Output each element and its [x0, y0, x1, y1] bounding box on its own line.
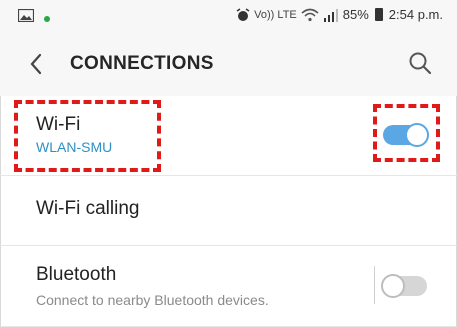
- status-time: 2:54 p.m.: [388, 7, 443, 22]
- status-bar: Vo)) LTE 85% 2:54 p.m.: [0, 0, 457, 32]
- bluetooth-title: Bluetooth: [36, 264, 117, 285]
- chevron-left-icon[interactable]: [26, 50, 46, 78]
- notification-dot-icon: [44, 15, 50, 22]
- alarm-icon: [236, 7, 250, 21]
- setting-row-wifi-calling[interactable]: Wi-Fi calling: [0, 176, 457, 246]
- wifi-calling-title: Wi-Fi calling: [36, 198, 140, 219]
- bluetooth-toggle[interactable]: [381, 274, 427, 298]
- wifi-icon: [301, 8, 319, 21]
- wifi-highlight-box: [14, 100, 161, 172]
- toggle-knob: [381, 274, 405, 298]
- signal-icon: [323, 8, 338, 22]
- volte-icon: Vo)) LTE: [254, 8, 297, 21]
- battery-percentage: 85%: [342, 7, 369, 22]
- gallery-icon: [18, 9, 34, 22]
- toggle-highlight-box: [373, 104, 440, 162]
- search-icon[interactable]: [407, 49, 433, 77]
- bluetooth-description: Connect to nearby Bluetooth devices.: [36, 292, 269, 308]
- app-header: CONNECTIONS: [0, 32, 457, 96]
- page-title: CONNECTIONS: [70, 53, 214, 74]
- battery-icon: [374, 8, 383, 21]
- row-divider: [374, 266, 375, 304]
- setting-row-bluetooth[interactable]: Bluetooth Connect to nearby Bluetooth de…: [0, 246, 457, 327]
